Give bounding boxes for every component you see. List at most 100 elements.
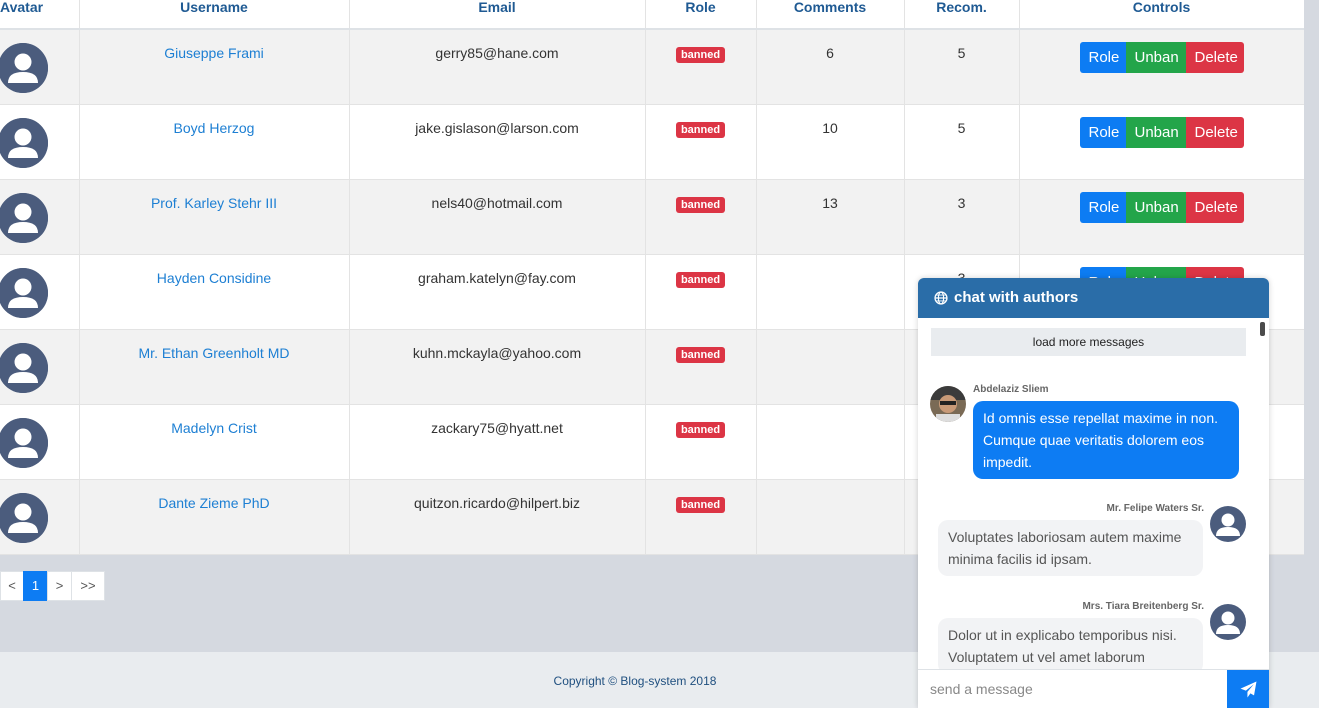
avatar	[0, 417, 48, 468]
username-cell: Mr. Ethan Greenholt MD	[79, 329, 350, 405]
avatar-cell	[0, 404, 80, 480]
globe-icon	[934, 291, 948, 305]
comments-cell	[756, 404, 905, 480]
recom-count: 5	[957, 119, 966, 136]
recom-count: 5	[957, 45, 966, 61]
email-text: kuhn.mckayla@yahoo.com	[412, 344, 582, 361]
comments-count: 13	[822, 194, 838, 211]
message-bubble: Dolor ut in explicabo temporibus nisi. V…	[938, 618, 1203, 669]
role-button[interactable]: Role	[1079, 191, 1126, 223]
avatar-cell	[0, 254, 80, 330]
delete-button[interactable]: Delete	[1185, 42, 1244, 73]
message-author: Abdelaziz Sliem	[973, 384, 1049, 395]
avatar	[0, 43, 48, 93]
email-text: quitzon.ricardo@hilpert.biz	[414, 494, 580, 511]
role-cell: banned	[645, 179, 757, 255]
username-link[interactable]: Giuseppe Frami	[164, 45, 264, 61]
pagination-page-1[interactable]: 1	[23, 571, 48, 601]
chat-title: chat with authors	[954, 289, 1079, 306]
pagination-prev[interactable]: <	[0, 571, 24, 601]
chat-header[interactable]: chat with authors	[918, 278, 1269, 318]
username-link[interactable]: Mr. Ethan Greenholt MD	[139, 345, 290, 361]
email-cell: gerry85@hane.com	[349, 29, 646, 105]
email-text: nels40@hotmail.com	[431, 194, 563, 211]
unban-button[interactable]: Unban	[1125, 42, 1186, 73]
unban-button[interactable]: Unban	[1125, 191, 1186, 223]
chat-input-bar	[918, 669, 1269, 708]
avatar-cell	[0, 329, 80, 405]
table-row: Boyd Herzog jake.gislason@larson.com banne…	[0, 104, 1304, 180]
chat-scrollbar[interactable]	[1260, 322, 1265, 336]
username-link[interactable]: Hayden Considine	[157, 270, 271, 286]
message-author: Mrs. Tiara Breitenberg Sr.	[1082, 601, 1204, 612]
comments-count: 10	[822, 119, 838, 136]
comments-count: 6	[826, 45, 834, 61]
delete-button[interactable]: Delete	[1185, 191, 1244, 223]
comments-cell: 13	[756, 179, 905, 255]
username-cell: Hayden Considine	[79, 254, 350, 330]
email-text: zackary75@hyatt.net	[431, 419, 563, 436]
message-bubble: Id omnis esse repellat maxime in non. Cu…	[973, 401, 1239, 479]
email-text: jake.gislason@larson.com	[415, 119, 579, 136]
avatar-cell	[0, 179, 80, 255]
username-cell: Madelyn Crist	[79, 404, 350, 480]
message-bubble: Voluptates laboriosam autem maxime minim…	[938, 520, 1203, 576]
controls-group: RoleUnbanDelete	[1079, 116, 1244, 148]
controls-cell: RoleUnbanDelete	[1019, 104, 1304, 180]
username-link[interactable]: Dante Zieme PhD	[158, 495, 269, 511]
chat-messages[interactable]: load more messages Abdelaziz Sliem Id om…	[918, 318, 1269, 669]
username-cell: Prof. Karley Stehr III	[79, 179, 350, 255]
status-badge: banned	[675, 121, 726, 138]
status-badge: banned	[675, 271, 726, 288]
header-role: Role	[645, 0, 757, 30]
delete-button[interactable]: Delete	[1185, 116, 1244, 148]
avatar	[0, 192, 48, 243]
pagination: < 1 > >>	[0, 571, 105, 601]
username-cell: Dante Zieme PhD	[79, 479, 350, 555]
header-avatar: Avatar	[0, 0, 80, 30]
recom-cell: 5	[904, 104, 1020, 180]
status-badge: banned	[675, 346, 726, 363]
paper-plane-icon	[1240, 681, 1256, 697]
comments-cell: 6	[756, 29, 905, 105]
recom-count: 3	[957, 194, 966, 211]
avatar	[0, 492, 48, 543]
header-username: Username	[79, 0, 350, 30]
role-cell: banned	[645, 479, 757, 555]
status-badge: banned	[675, 47, 726, 63]
username-link[interactable]: Boyd Herzog	[174, 120, 255, 136]
role-cell: banned	[645, 254, 757, 330]
email-cell: kuhn.mckayla@yahoo.com	[349, 329, 646, 405]
recom-cell: 5	[904, 29, 1020, 105]
pagination-next[interactable]: >	[47, 571, 72, 601]
avatar-cell	[0, 479, 80, 555]
email-cell: graham.katelyn@fay.com	[349, 254, 646, 330]
pagination-last[interactable]: >>	[71, 571, 105, 601]
unban-button[interactable]: Unban	[1125, 116, 1186, 148]
message-input[interactable]	[918, 670, 1227, 708]
chat-widget: chat with authors load more messages Abd…	[918, 278, 1269, 708]
comments-cell	[756, 254, 905, 330]
send-button[interactable]	[1227, 670, 1269, 708]
username-link[interactable]: Prof. Karley Stehr III	[151, 195, 277, 211]
table-header-row: Avatar Username Email Role Comments Reco…	[0, 0, 1304, 30]
role-cell: banned	[645, 104, 757, 180]
header-comments: Comments	[756, 0, 905, 30]
load-more-button[interactable]: load more messages	[931, 328, 1246, 356]
avatar	[0, 267, 48, 318]
status-badge: banned	[675, 421, 726, 438]
email-text: gerry85@hane.com	[435, 45, 559, 61]
header-controls: Controls	[1019, 0, 1304, 30]
role-button[interactable]: Role	[1079, 116, 1126, 148]
avatar-cell	[0, 29, 80, 105]
avatar	[0, 342, 48, 393]
message-author: Mr. Felipe Waters Sr.	[1106, 503, 1204, 514]
header-recom: Recom.	[904, 0, 1020, 30]
status-badge: banned	[675, 496, 726, 513]
role-button[interactable]: Role	[1079, 42, 1126, 73]
username-cell: Boyd Herzog	[79, 104, 350, 180]
username-link[interactable]: Madelyn Crist	[171, 420, 257, 436]
email-text: graham.katelyn@fay.com	[418, 269, 576, 286]
username-cell: Giuseppe Frami	[79, 29, 350, 105]
avatar	[0, 117, 48, 168]
